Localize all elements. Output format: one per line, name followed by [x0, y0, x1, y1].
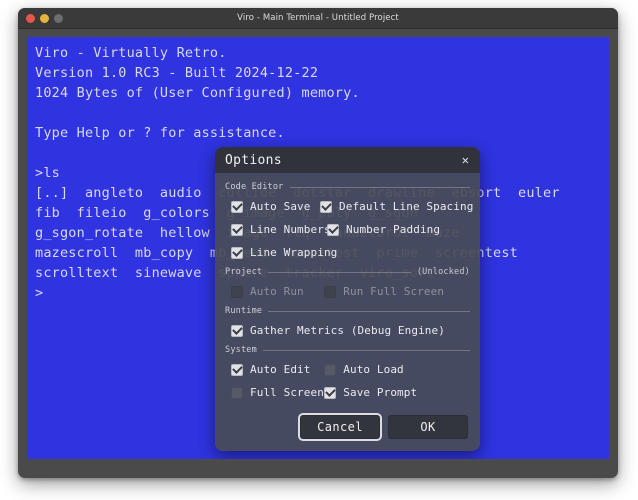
group-status-tag: (Unlocked) [416, 267, 470, 277]
checkbox-default-line-spacing[interactable]: Default Line Spacing [320, 199, 474, 213]
zoom-window-button[interactable] [54, 13, 63, 23]
group-label: Project [225, 267, 263, 277]
option-row: Line Wrapping [225, 241, 470, 264]
checkbox-label: Auto Run [250, 285, 304, 298]
window-controls [26, 13, 63, 23]
check-icon [324, 385, 336, 397]
group-divider [262, 349, 470, 351]
checkbox-checked-icon[interactable] [327, 222, 339, 236]
checkbox-checked-icon[interactable] [231, 323, 243, 337]
group-rows: Auto Run Run Full Screen [225, 280, 470, 303]
window-titlebar[interactable]: Viro - Main Terminal - Untitled Project [18, 8, 618, 29]
option-row: Auto Save Default Line Spacing [225, 195, 474, 218]
check-icon [320, 199, 332, 211]
checkbox-line-numbers[interactable]: Line Numbers [231, 222, 331, 236]
checkbox-full-screen[interactable]: Full Screen [231, 386, 324, 399]
terminal-line: 1024 Bytes of (User Configured) memory. [35, 85, 360, 101]
screenshot-root: Viro - Main Terminal - Untitled Project … [0, 0, 638, 500]
options-dialog-titlebar[interactable]: Options ✕ [215, 147, 480, 173]
option-row: Full Screen Save Prompt [225, 381, 470, 404]
checkbox-unchecked-icon [324, 285, 337, 298]
checkbox-run-full-screen: Run Full Screen [324, 285, 470, 298]
check-icon [231, 245, 243, 257]
options-dialog-body: Code Editor Auto Save Default Line Spacing… [215, 173, 480, 404]
checkbox-auto-save[interactable]: Auto Save [231, 199, 320, 213]
option-row: Line Numbers Number Padding [225, 218, 470, 241]
checkbox-label: Run Full Screen [343, 285, 445, 298]
group-rows: Auto Save Default Line Spacing Line Number… [225, 195, 474, 264]
checkbox-auto-run: Auto Run [231, 285, 324, 298]
checkbox-label: Default Line Spacing [339, 200, 474, 213]
terminal-window: Viro - Main Terminal - Untitled Project … [18, 8, 618, 478]
checkbox-auto-edit[interactable]: Auto Edit [231, 362, 324, 376]
terminal-line: Version 1.0 RC3 - Built 2024-12-22 [35, 65, 319, 81]
group-rows: Gather Metrics (Debug Engine) [225, 319, 470, 342]
checkbox-number-padding[interactable]: Number Padding [327, 222, 470, 236]
group-header-runtime: Runtime [225, 306, 470, 316]
group-divider [268, 310, 470, 312]
terminal-line: Type Help or ? for assistance. [35, 125, 285, 141]
check-icon [231, 222, 243, 234]
checkbox-label: Line Numbers [250, 223, 331, 236]
checkbox-line-wrapping[interactable]: Line Wrapping [231, 245, 337, 259]
option-row: Gather Metrics (Debug Engine) [225, 319, 470, 342]
options-dialog-title: Options [225, 152, 282, 168]
cancel-button[interactable]: Cancel [300, 415, 380, 439]
checkbox-checked-icon[interactable] [320, 199, 332, 213]
checkbox-checked-icon[interactable] [231, 222, 243, 236]
group-label: Runtime [225, 306, 263, 316]
close-icon[interactable]: ✕ [459, 152, 472, 168]
terminal-screen[interactable]: Viro - Virtually Retro. Version 1.0 RC3 -… [27, 37, 609, 459]
checkbox-label: Save Prompt [343, 386, 418, 399]
check-icon [327, 222, 339, 234]
group-rows: Auto Edit Auto Load Full Screen Save Prompt [225, 358, 470, 404]
check-icon [231, 362, 243, 374]
check-icon [231, 323, 243, 335]
option-row: Auto Run Run Full Screen [225, 280, 470, 303]
group-header-project: Project (Unlocked) [225, 267, 470, 277]
options-dialog: Options ✕ Code Editor Auto Save Default Li… [215, 147, 480, 451]
option-row: Auto Edit Auto Load [225, 358, 470, 381]
terminal-line: Viro - Virtually Retro. [35, 45, 227, 61]
checkbox-checked-icon[interactable] [231, 362, 243, 376]
checkbox-unchecked-icon[interactable] [231, 386, 243, 399]
checkbox-label: Line Wrapping [250, 246, 338, 259]
options-dialog-footer: Cancel OK [215, 407, 480, 451]
group-header-system: System [225, 345, 470, 355]
checkbox-label: Full Screen [250, 386, 324, 399]
checkbox-label: Gather Metrics (Debug Engine) [250, 324, 445, 337]
group-header-code-editor: Code Editor [225, 182, 470, 192]
ok-button[interactable]: OK [388, 415, 468, 439]
checkbox-auto-load[interactable]: Auto Load [324, 363, 470, 376]
group-divider [268, 271, 411, 273]
checkbox-label: Auto Load [343, 363, 404, 376]
close-window-button[interactable] [26, 13, 35, 23]
checkbox-label: Auto Edit [250, 363, 311, 376]
minimize-window-button[interactable] [40, 13, 49, 23]
check-icon [231, 199, 243, 211]
group-divider [289, 186, 470, 188]
group-label: System [225, 345, 257, 355]
checkbox-checked-icon[interactable] [231, 245, 243, 259]
checkbox-gather-metrics-debug-engine[interactable]: Gather Metrics (Debug Engine) [231, 323, 445, 337]
screen-padding: Viro - Virtually Retro. Version 1.0 RC3 -… [18, 29, 618, 478]
checkbox-save-prompt[interactable]: Save Prompt [324, 385, 470, 399]
checkbox-checked-icon[interactable] [324, 385, 337, 399]
checkbox-label: Number Padding [346, 223, 441, 236]
checkbox-checked-icon[interactable] [231, 199, 243, 213]
window-title: Viro - Main Terminal - Untitled Project [237, 13, 399, 23]
checkbox-unchecked-icon [231, 285, 243, 298]
checkbox-label: Auto Save [250, 200, 311, 213]
group-label: Code Editor [225, 182, 284, 192]
checkbox-unchecked-icon[interactable] [324, 363, 337, 376]
